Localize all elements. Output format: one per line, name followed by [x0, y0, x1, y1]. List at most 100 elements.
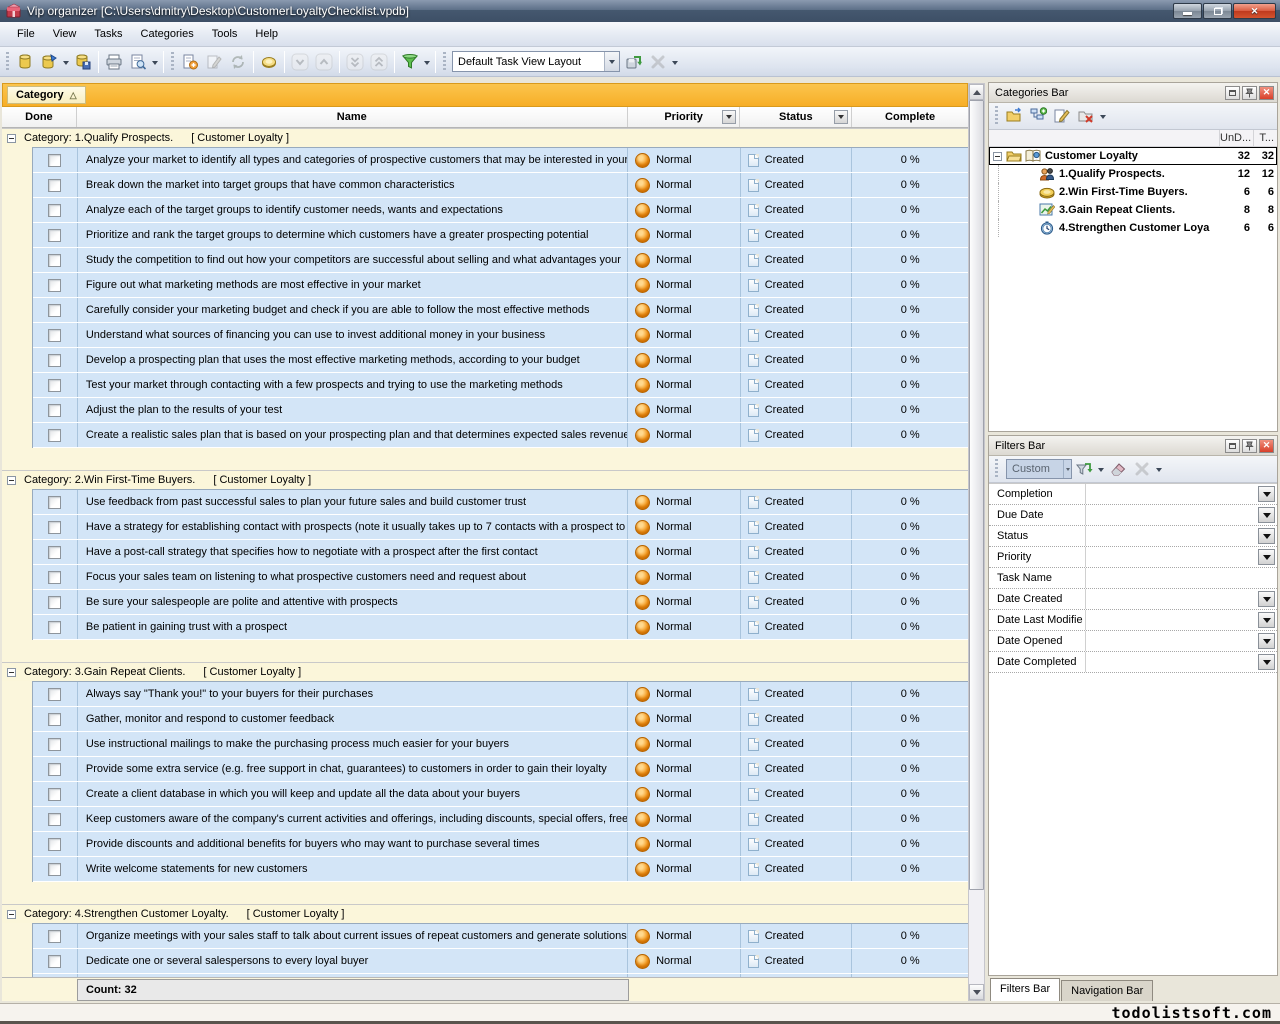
collapse-icon[interactable] — [7, 476, 16, 485]
filter-value[interactable] — [1085, 589, 1258, 609]
collapse-icon[interactable] — [7, 134, 16, 143]
layout-combo[interactable]: Default Task View Layout — [452, 51, 620, 72]
filter-value[interactable] — [1085, 610, 1258, 630]
filter-preset-combo[interactable]: Custom — [1006, 459, 1072, 479]
category-tree-item[interactable]: 2.Win First-Time Buyers. 6 6 — [989, 183, 1277, 201]
done-checkbox[interactable] — [48, 621, 61, 634]
done-checkbox[interactable] — [48, 404, 61, 417]
close-button[interactable]: ✕ — [1233, 3, 1276, 19]
menu-item-categories[interactable]: Categories — [132, 24, 203, 44]
table-row[interactable]: Be sure your salespeople are polite and … — [33, 590, 968, 615]
column-header-done[interactable]: Done — [2, 107, 77, 127]
done-checkbox[interactable] — [48, 863, 61, 876]
filter-value[interactable] — [1085, 547, 1258, 567]
table-row[interactable]: Write welcome statements for new custome… — [33, 857, 968, 882]
category-tree-item[interactable]: Customer Loyalty 32 32 — [989, 147, 1277, 165]
menu-item-help[interactable]: Help — [246, 24, 287, 44]
filter-dropdown-button[interactable] — [1258, 633, 1275, 649]
add-task-button[interactable] — [178, 50, 202, 74]
filters-toolbar-overflow[interactable] — [1154, 457, 1164, 481]
scroll-down-button[interactable] — [969, 984, 984, 1000]
done-checkbox[interactable] — [48, 354, 61, 367]
table-row[interactable]: Organize meetings with your sales staff … — [33, 924, 968, 949]
open-database-dropdown[interactable] — [61, 50, 71, 74]
tree-collapse-icon[interactable] — [993, 152, 1002, 161]
collapse-icon[interactable] — [7, 910, 16, 919]
done-checkbox[interactable] — [48, 788, 61, 801]
filter-dropdown-button[interactable] — [1258, 549, 1275, 565]
move-up-button[interactable] — [312, 50, 336, 74]
filter-value[interactable] — [1085, 631, 1258, 651]
column-header-name[interactable]: Name — [77, 107, 628, 127]
table-row[interactable]: Analyze your market to identify all type… — [33, 148, 968, 173]
save-database-button[interactable] — [71, 50, 95, 74]
table-row[interactable]: Use instructional mailings to make the p… — [33, 732, 968, 757]
add-category-button[interactable] — [1002, 104, 1026, 128]
menu-item-tools[interactable]: Tools — [203, 24, 247, 44]
menu-item-file[interactable]: File — [8, 24, 44, 44]
move-top-button[interactable] — [367, 50, 391, 74]
filter-dropdown-button[interactable] — [1258, 486, 1275, 502]
filter-value[interactable] — [1085, 505, 1258, 525]
apply-filter-dropdown[interactable] — [1096, 457, 1106, 481]
category-tree-item[interactable]: 1.Qualify Prospects. 12 12 — [989, 165, 1277, 183]
column-header-priority[interactable]: Priority — [628, 107, 741, 127]
clear-filter-button[interactable] — [1106, 457, 1130, 481]
table-row[interactable]: Provide some extra service (e.g. free su… — [33, 757, 968, 782]
done-checkbox[interactable] — [48, 571, 61, 584]
menu-item-tasks[interactable]: Tasks — [85, 24, 131, 44]
category-tree-item[interactable]: 3.Gain Repeat Clients. 8 8 — [989, 201, 1277, 219]
tab-navigation-bar[interactable]: Navigation Bar — [1061, 980, 1153, 1001]
done-checkbox[interactable] — [48, 154, 61, 167]
filter-value[interactable] — [1085, 652, 1258, 672]
table-row[interactable]: Dedicate one or several salespersons to … — [33, 949, 968, 974]
toolbar-drag-handle[interactable] — [170, 52, 175, 72]
group-header[interactable]: Category: 3.Gain Repeat Clients. [ Custo… — [2, 662, 968, 681]
table-row[interactable]: Prioritize and rank the target groups to… — [33, 223, 968, 248]
categories-toolbar-overflow[interactable] — [1098, 104, 1108, 128]
done-checkbox[interactable] — [48, 596, 61, 609]
table-row[interactable]: Adjust the plan to the results of your t… — [33, 398, 968, 423]
toolbar-drag-handle[interactable] — [5, 52, 10, 72]
categories-close-button[interactable]: ✕ — [1259, 86, 1274, 100]
table-row[interactable]: Develop a prospecting plan that uses the… — [33, 348, 968, 373]
minimize-button[interactable] — [1173, 3, 1202, 19]
table-row[interactable]: Use feedback from past successful sales … — [33, 490, 968, 515]
done-checkbox[interactable] — [48, 204, 61, 217]
restore-button[interactable] — [1203, 3, 1232, 19]
filters-pin-button[interactable] — [1242, 439, 1257, 453]
filter-button[interactable] — [398, 50, 422, 74]
table-row[interactable]: Have a post-call strategy that specifies… — [33, 540, 968, 565]
table-row[interactable]: Create a realistic sales plan that is ba… — [33, 423, 968, 448]
table-row[interactable]: Test your market through contacting with… — [33, 373, 968, 398]
done-checkbox[interactable] — [48, 738, 61, 751]
filter-dropdown[interactable] — [422, 50, 432, 74]
table-row[interactable]: Gather, monitor and respond to customer … — [33, 707, 968, 732]
done-checkbox[interactable] — [48, 179, 61, 192]
filters-restore-button[interactable] — [1225, 439, 1240, 453]
filter-dropdown-button[interactable] — [1258, 507, 1275, 523]
table-row[interactable]: Create a client database in which you wi… — [33, 782, 968, 807]
table-row[interactable]: Figure out what marketing methods are mo… — [33, 273, 968, 298]
menu-item-view[interactable]: View — [44, 24, 86, 44]
done-checkbox[interactable] — [48, 813, 61, 826]
filter-value[interactable] — [1085, 568, 1258, 588]
group-header[interactable]: Category: 2.Win First-Time Buyers. [ Cus… — [2, 470, 968, 489]
status-filter-button[interactable] — [834, 110, 848, 124]
layout-combo-arrow[interactable] — [604, 52, 619, 71]
column-header-status[interactable]: Status — [740, 107, 852, 127]
scroll-up-button[interactable] — [969, 84, 984, 100]
table-row[interactable]: Always say "Thank you!" to your buyers f… — [33, 682, 968, 707]
delete-category-button[interactable] — [1074, 104, 1098, 128]
move-down-button[interactable] — [288, 50, 312, 74]
group-header[interactable]: Category: 4.Strengthen Customer Loyalty.… — [2, 904, 968, 923]
category-tree-item[interactable]: 4.Strengthen Customer Loya 6 6 — [989, 219, 1277, 237]
tab-filters-bar[interactable]: Filters Bar — [990, 978, 1060, 1001]
edit-task-button[interactable] — [202, 50, 226, 74]
table-row[interactable]: Focus your sales team on listening to wh… — [33, 565, 968, 590]
done-checkbox[interactable] — [48, 254, 61, 267]
vertical-scrollbar[interactable] — [968, 83, 985, 1001]
table-row[interactable]: Develop a customer reward program that s… — [33, 974, 968, 977]
table-row[interactable]: Understand what sources of financing you… — [33, 323, 968, 348]
done-checkbox[interactable] — [48, 688, 61, 701]
